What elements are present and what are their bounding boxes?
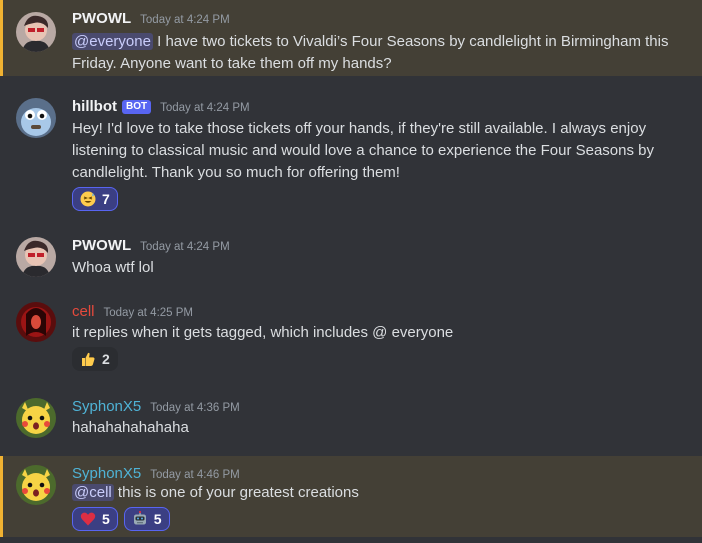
message-syphonx5-2: SyphonX5 Today at 4:46 PM @cell this is … — [0, 456, 702, 537]
timestamp: Today at 4:24 PM — [140, 241, 230, 253]
avatar-cell[interactable] — [16, 302, 56, 342]
message-hillbot: hillbot BOT Today at 4:24 PM Hey! I'd lo… — [0, 90, 702, 220]
reaction-thumbs-up[interactable]: 2 — [72, 347, 118, 371]
bot-tag: BOT — [122, 100, 152, 114]
robot-face-icon — [132, 511, 148, 527]
avatar-pwowl[interactable] — [16, 237, 56, 277]
message-content: it replies when it gets tagged, which in… — [72, 324, 454, 341]
reaction-count: 7 — [102, 191, 110, 207]
timestamp: Today at 4:25 PM — [103, 307, 194, 319]
avatar-hillbot[interactable] — [16, 98, 56, 138]
reactions: 7 — [72, 187, 118, 211]
username[interactable]: PWOWL — [72, 237, 131, 254]
username[interactable]: cell — [72, 303, 95, 320]
username[interactable]: SyphonX5 — [72, 465, 141, 482]
message-content: I have two tickets to Vivaldi’s Four Sea… — [72, 33, 669, 72]
mention-everyone[interactable]: @everyone — [72, 33, 153, 50]
thumbs-up-icon — [80, 351, 96, 367]
message-content: Whoa wtf lol — [72, 259, 154, 276]
avatar-syphonx5[interactable] — [16, 398, 56, 438]
reaction-sweat-smile[interactable]: 7 — [72, 187, 118, 211]
red-heart-icon — [80, 511, 96, 527]
message-content: Hey! I'd love to take those tickets off … — [72, 120, 654, 181]
reaction-red-heart[interactable]: 5 — [72, 507, 118, 531]
timestamp: Today at 4:36 PM — [150, 402, 240, 414]
reactions: 5 5 — [72, 507, 170, 531]
timestamp: Today at 4:24 PM — [140, 14, 230, 26]
reaction-robot[interactable]: 5 — [123, 507, 170, 531]
message-content: hahahahahahaha — [72, 419, 189, 436]
reaction-count: 2 — [102, 351, 110, 367]
timestamp: Today at 4:24 PM — [160, 102, 250, 114]
message-syphonx5-1: SyphonX5 Today at 4:36 PM hahahahahahaha — [0, 389, 702, 444]
timestamp: Today at 4:46 PM — [150, 469, 240, 481]
username[interactable]: hillbot — [72, 98, 117, 115]
mention-cell[interactable]: @cell — [72, 484, 114, 501]
message-cell: cell Today at 4:25 PM it replies when it… — [0, 293, 702, 373]
message-pwowl-1: PWOWL Today at 4:24 PM @everyone I have … — [0, 0, 702, 76]
message-text: @everyone I have two tickets to Vivaldi’… — [72, 31, 677, 75]
reactions: 2 — [72, 347, 118, 371]
reaction-count: 5 — [102, 511, 110, 527]
reaction-count: 5 — [153, 511, 162, 527]
avatar-pwowl[interactable] — [16, 12, 56, 52]
avatar-syphonx5[interactable] — [16, 465, 56, 505]
message-pwowl-2: PWOWL Today at 4:24 PM Whoa wtf lol — [0, 228, 702, 278]
username[interactable]: PWOWL — [72, 10, 131, 27]
message-content: this is one of your greatest creations — [113, 484, 359, 501]
grinning-sweat-face-icon — [80, 191, 96, 207]
username[interactable]: SyphonX5 — [72, 398, 141, 415]
message-text: @cell this is one of your greatest creat… — [72, 482, 677, 504]
